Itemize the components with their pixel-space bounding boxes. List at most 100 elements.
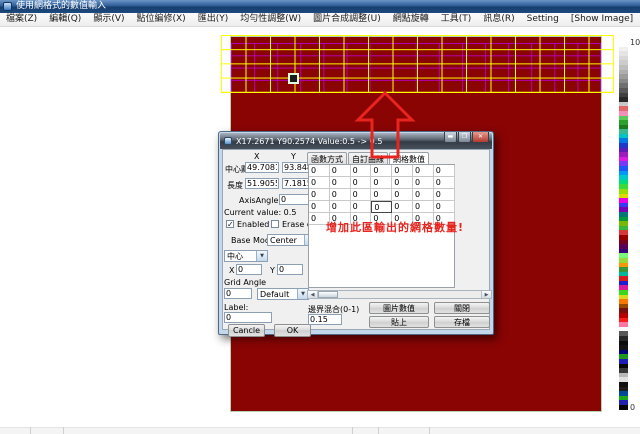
grid-cell[interactable]: 0 — [434, 177, 455, 189]
grid-cell[interactable]: 0 — [309, 165, 330, 177]
length-x-field[interactable] — [245, 178, 279, 189]
palette-min-label: 0 — [630, 403, 635, 412]
grid-cell[interactable]: 0 — [371, 201, 392, 213]
menu-item-9[interactable]: 工具(T) — [435, 13, 478, 26]
grid-cell[interactable]: 0 — [309, 213, 330, 225]
table-row: 0000000 — [309, 201, 455, 213]
table-row: 0000000 — [309, 165, 455, 177]
menu-item-3[interactable]: 顯示(V) — [87, 13, 130, 26]
table-row: 0000000 — [309, 189, 455, 201]
grid-cell[interactable]: 0 — [392, 201, 413, 213]
menu-item-2[interactable]: 編輯(Q) — [43, 13, 87, 26]
y-offset-field[interactable] — [277, 264, 303, 275]
enabled-checkbox[interactable]: ✓ — [226, 220, 234, 228]
label-label: Label: — [224, 303, 248, 312]
yellow-grid-overlay — [221, 35, 614, 93]
grid-cell[interactable]: 0 — [413, 189, 434, 201]
grid-cell[interactable]: 0 — [413, 165, 434, 177]
grid-cell[interactable]: 0 — [330, 201, 351, 213]
grid-cell[interactable]: 0 — [413, 201, 434, 213]
dialog-caption-buttons: ▬ ❐ ✕ — [443, 132, 489, 143]
grid-value-table: 00000000000000000000000000000000000 — [309, 165, 455, 225]
erase-dots-checkbox[interactable] — [271, 220, 279, 228]
menu-item-1[interactable]: 檔案(Z) — [0, 13, 43, 26]
grid-cell[interactable]: 0 — [371, 189, 392, 201]
dialog-title: X17.2671 Y90.2574 Value:0.5 -> 0.5 — [236, 137, 382, 146]
save-button[interactable]: 存檔 — [434, 316, 490, 328]
scroll-left-icon[interactable]: ◀ — [308, 291, 318, 298]
grid-cell[interactable]: 0 — [330, 177, 351, 189]
axis-angle-label: AxisAngle — [239, 196, 278, 205]
scrollbar-thumb[interactable] — [318, 291, 338, 298]
x-offset-field[interactable] — [236, 264, 262, 275]
menu-item-6[interactable]: 均勻性調整(W) — [234, 13, 307, 26]
anchor-select[interactable]: 中心 ▼ — [224, 250, 268, 262]
grid-cell[interactable]: 0 — [351, 189, 372, 201]
grid-cell[interactable]: 0 — [330, 165, 351, 177]
menu-item-12[interactable]: [Show Image] — [565, 13, 639, 26]
grid-cell[interactable]: 0 — [330, 213, 351, 225]
grid-angle-field[interactable] — [224, 288, 252, 299]
dialog-icon — [224, 137, 232, 145]
app-icon — [3, 2, 12, 11]
grid-cell[interactable]: 0 — [434, 165, 455, 177]
palette-max-label: 100 — [630, 38, 640, 47]
grid-cell[interactable]: 0 — [351, 201, 372, 213]
cancel-button[interactable]: Cancle — [228, 324, 265, 337]
menu-item-5[interactable]: 匯出(Y) — [192, 13, 235, 26]
minimize-button[interactable]: ▬ — [444, 132, 457, 143]
menu-item-10[interactable]: 訊息(R) — [477, 13, 520, 26]
current-value-label: Current value: 0.5 — [224, 208, 296, 217]
grid-cell[interactable]: 0 — [351, 177, 372, 189]
grid-cell[interactable]: 0 — [371, 165, 392, 177]
horizontal-scrollbar[interactable]: ◀ ▶ — [307, 290, 492, 299]
image-values-button[interactable]: 圖片數值 — [369, 302, 429, 314]
scroll-right-icon[interactable]: ▶ — [481, 291, 491, 298]
grid-angle-mode-select[interactable]: Default ▼ — [257, 288, 309, 300]
paste-button[interactable]: 貼上 — [369, 316, 429, 328]
grid-cell[interactable]: 0 — [351, 213, 372, 225]
window-titlebar: 使用網格式的數值輸入 — [0, 0, 640, 13]
grid-cell[interactable]: 0 — [434, 189, 455, 201]
grid-cell[interactable]: 0 — [413, 213, 434, 225]
grid-cell[interactable]: 0 — [434, 201, 455, 213]
label-field[interactable] — [224, 312, 272, 323]
maximize-button[interactable]: ❐ — [458, 132, 471, 143]
col-header-y: Y — [291, 152, 296, 161]
grid-cell[interactable]: 0 — [371, 177, 392, 189]
menu-item-11[interactable]: Setting — [521, 13, 565, 26]
length-label: 長度 — [227, 180, 243, 191]
grid-cell[interactable]: 0 — [392, 189, 413, 201]
grid-cell[interactable]: 0 — [309, 189, 330, 201]
grid-cell[interactable]: 0 — [413, 177, 434, 189]
grid-cell[interactable]: 0 — [392, 165, 413, 177]
center-x-field[interactable] — [245, 162, 279, 173]
close-button[interactable]: 關閉 — [434, 302, 490, 314]
grid-cell[interactable]: 0 — [351, 165, 372, 177]
menu-bar: 檔案(Z)編輯(Q)顯示(V)點位編修(X)匯出(Y)均勻性調整(W)圖片合成調… — [0, 13, 640, 27]
grid-cell[interactable]: 0 — [309, 177, 330, 189]
ok-button[interactable]: OK — [274, 324, 311, 337]
grid-angle-label: Grid Angle — [224, 278, 266, 287]
menu-item-7[interactable]: 圖片合成調整(U) — [307, 13, 387, 26]
statusbar-panel — [353, 427, 379, 434]
grid-cell[interactable]: 0 — [392, 177, 413, 189]
palette-color-79[interactable] — [619, 405, 628, 410]
grid-cell[interactable]: 0 — [392, 213, 413, 225]
menu-item-8[interactable]: 網點旋轉 — [387, 13, 435, 26]
close-icon[interactable]: ✕ — [472, 132, 489, 143]
status-bar — [0, 426, 640, 434]
table-row: 0000000 — [309, 213, 455, 225]
grid-cell[interactable]: 0 — [434, 213, 455, 225]
grid-cell[interactable]: 0 — [371, 213, 392, 225]
enabled-label: Enabled — [237, 220, 269, 229]
statusbar-panel — [64, 427, 353, 434]
table-row: 0000000 — [309, 177, 455, 189]
y-offset-label: Y — [270, 266, 275, 275]
edge-blend-field[interactable] — [308, 314, 342, 325]
statusbar-panel — [0, 427, 31, 434]
canvas-selection-marker — [288, 73, 299, 84]
menu-item-4[interactable]: 點位編修(X) — [131, 13, 192, 26]
grid-cell[interactable]: 0 — [330, 189, 351, 201]
grid-cell[interactable]: 0 — [309, 201, 330, 213]
